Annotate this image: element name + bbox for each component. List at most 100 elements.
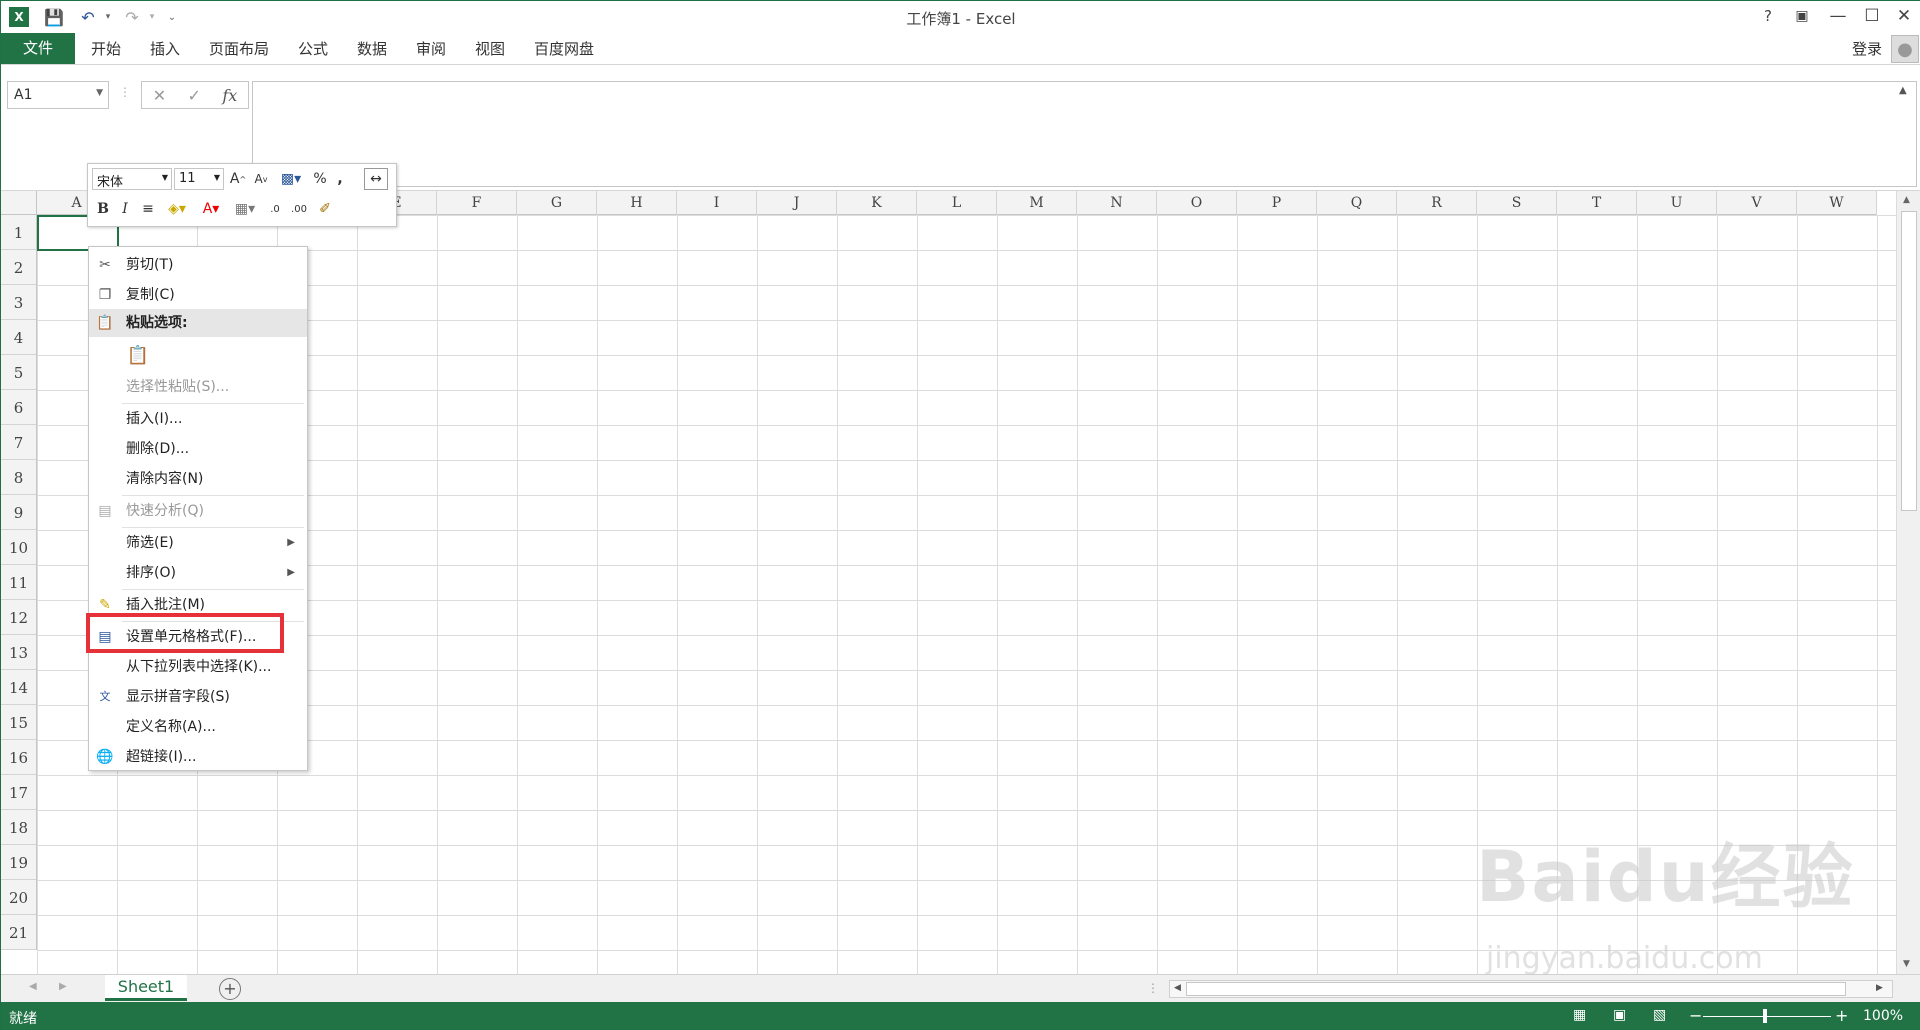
zoom-slider-thumb[interactable] — [1763, 1009, 1767, 1023]
column-header[interactable]: S — [1477, 191, 1557, 215]
bold-button[interactable]: B — [94, 198, 112, 220]
menu-quick-analysis[interactable]: ▤ 快速分析(Q) — [89, 497, 307, 525]
page-layout-view-icon[interactable]: ▣ — [1613, 1007, 1626, 1023]
tab-file[interactable]: 文件 — [1, 33, 75, 64]
row-header[interactable]: 10 — [1, 530, 36, 565]
row-header[interactable]: 17 — [1, 775, 36, 810]
column-header[interactable]: F — [437, 191, 517, 215]
scroll-up-icon[interactable]: ▲ — [1903, 195, 1910, 205]
column-header[interactable]: M — [997, 191, 1077, 215]
row-header[interactable]: 8 — [1, 460, 36, 495]
menu-insert[interactable]: 插入(I)... — [89, 405, 307, 433]
row-header[interactable]: 12 — [1, 600, 36, 635]
row-header[interactable]: 21 — [1, 915, 36, 950]
sheet-prev-icon[interactable]: ◀ — [29, 981, 37, 992]
menu-hyperlink[interactable]: 🌐 超链接(I)... — [89, 743, 307, 771]
menu-copy[interactable]: ❐ 复制(C) — [89, 281, 307, 309]
increase-font-icon[interactable]: A ^ — [228, 168, 248, 190]
insert-function-icon[interactable]: fx — [222, 86, 237, 105]
menu-cut[interactable]: ✂ 剪切(T) — [89, 251, 307, 279]
align-center-icon[interactable]: ≡ — [138, 198, 158, 220]
column-header[interactable]: P — [1237, 191, 1317, 215]
row-header[interactable]: 16 — [1, 740, 36, 775]
avatar-icon[interactable]: ● — [1891, 35, 1919, 63]
tab-home[interactable]: 开始 — [85, 36, 127, 62]
sheet-next-icon[interactable]: ▶ — [59, 981, 67, 992]
scroll-right-icon[interactable]: ▶ — [1876, 983, 1883, 993]
row-header[interactable]: 9 — [1, 495, 36, 530]
menu-filter[interactable]: 筛选(E) ▶ — [89, 529, 307, 557]
decrease-decimal-icon[interactable]: .00 — [288, 198, 310, 220]
font-color-icon[interactable]: A▾ — [196, 198, 226, 220]
column-header[interactable]: L — [917, 191, 997, 215]
font-size-box[interactable]: 11 ▼ — [174, 168, 224, 190]
enter-icon[interactable]: ✓ — [188, 86, 201, 105]
sheet-tab-sheet1[interactable]: Sheet1 — [105, 975, 187, 1001]
merge-center-icon[interactable]: ↔ — [364, 168, 388, 190]
scroll-thumb[interactable] — [1901, 211, 1917, 511]
help-button[interactable]: ? — [1753, 4, 1783, 28]
tab-page-layout[interactable]: 页面布局 — [203, 36, 275, 62]
column-header[interactable]: V — [1717, 191, 1797, 215]
page-break-view-icon[interactable]: ▧ — [1653, 1007, 1666, 1023]
menu-pick-from-list[interactable]: 从下拉列表中选择(K)... — [89, 653, 307, 681]
row-header[interactable]: 20 — [1, 880, 36, 915]
row-header[interactable]: 15 — [1, 705, 36, 740]
name-box[interactable]: A1 ▼ — [7, 81, 109, 109]
tab-insert[interactable]: 插入 — [144, 36, 186, 62]
font-name-box[interactable]: 宋体 ▼ — [92, 168, 172, 190]
column-header[interactable]: T — [1557, 191, 1637, 215]
column-header[interactable]: K — [837, 191, 917, 215]
tab-baidu-netdisk[interactable]: 百度网盘 — [528, 36, 600, 62]
row-header[interactable]: 11 — [1, 565, 36, 600]
row-header[interactable]: 2 — [1, 250, 36, 285]
normal-view-icon[interactable]: ▦ — [1573, 1007, 1586, 1023]
tab-review[interactable]: 审阅 — [410, 36, 452, 62]
menu-sort[interactable]: 排序(O) ▶ — [89, 559, 307, 587]
decrease-font-icon[interactable]: Av — [251, 168, 271, 190]
row-header[interactable]: 4 — [1, 320, 36, 355]
maximize-icon[interactable]: ☐ — [1857, 4, 1887, 28]
column-header[interactable]: H — [597, 191, 677, 215]
tab-view[interactable]: 视图 — [469, 36, 511, 62]
row-header[interactable]: 7 — [1, 425, 36, 460]
column-header[interactable]: G — [517, 191, 597, 215]
row-header[interactable]: 5 — [1, 355, 36, 390]
row-header[interactable]: 19 — [1, 845, 36, 880]
borders-icon[interactable]: ▦▾ — [230, 198, 260, 220]
cell-styles-icon[interactable]: ▩▾ — [276, 168, 306, 190]
column-header[interactable]: U — [1637, 191, 1717, 215]
close-icon[interactable]: ✕ — [1889, 4, 1919, 28]
menu-clear-contents[interactable]: 清除内容(N) — [89, 465, 307, 493]
menu-delete[interactable]: 删除(D)... — [89, 435, 307, 463]
fill-color-icon[interactable]: ◈▾ — [162, 198, 192, 220]
cancel-icon[interactable]: ✕ — [153, 86, 166, 105]
column-header[interactable]: O — [1157, 191, 1237, 215]
column-header[interactable]: N — [1077, 191, 1157, 215]
formula-input[interactable] — [252, 81, 1917, 187]
column-header[interactable]: Q — [1317, 191, 1397, 215]
scroll-down-icon[interactable]: ▼ — [1903, 959, 1910, 969]
hscroll-thumb[interactable] — [1186, 982, 1846, 996]
scroll-left-icon[interactable]: ◀ — [1174, 983, 1181, 993]
comma-button[interactable]: , — [332, 168, 348, 190]
ribbon-display-icon[interactable]: ▣ — [1787, 4, 1817, 28]
login-link[interactable]: 登录 — [1846, 36, 1888, 62]
vertical-scrollbar[interactable]: ▲ ▼ — [1896, 191, 1920, 974]
collapse-formula-icon[interactable]: ▲ — [1899, 85, 1907, 96]
horizontal-scrollbar[interactable]: ◀ ▶ — [1169, 980, 1893, 998]
italic-button[interactable]: I — [116, 198, 134, 220]
paste-icon[interactable]: 📋 — [125, 341, 151, 369]
minimize-icon[interactable]: — — [1823, 4, 1853, 28]
zoom-slider[interactable] — [1703, 1016, 1831, 1017]
format-painter-icon[interactable]: ✐ — [314, 198, 336, 220]
menu-paste-special[interactable]: 选择性粘贴(S)... — [89, 373, 307, 401]
increase-decimal-icon[interactable]: .0 — [264, 198, 286, 220]
zoom-level[interactable]: 100% — [1863, 1008, 1903, 1024]
splitter-icon[interactable]: ⋮ — [1147, 981, 1159, 995]
column-header[interactable]: W — [1797, 191, 1877, 215]
column-header[interactable]: J — [757, 191, 837, 215]
row-header[interactable]: 3 — [1, 285, 36, 320]
row-header[interactable]: 1 — [1, 215, 36, 250]
select-all-corner[interactable] — [1, 191, 37, 215]
